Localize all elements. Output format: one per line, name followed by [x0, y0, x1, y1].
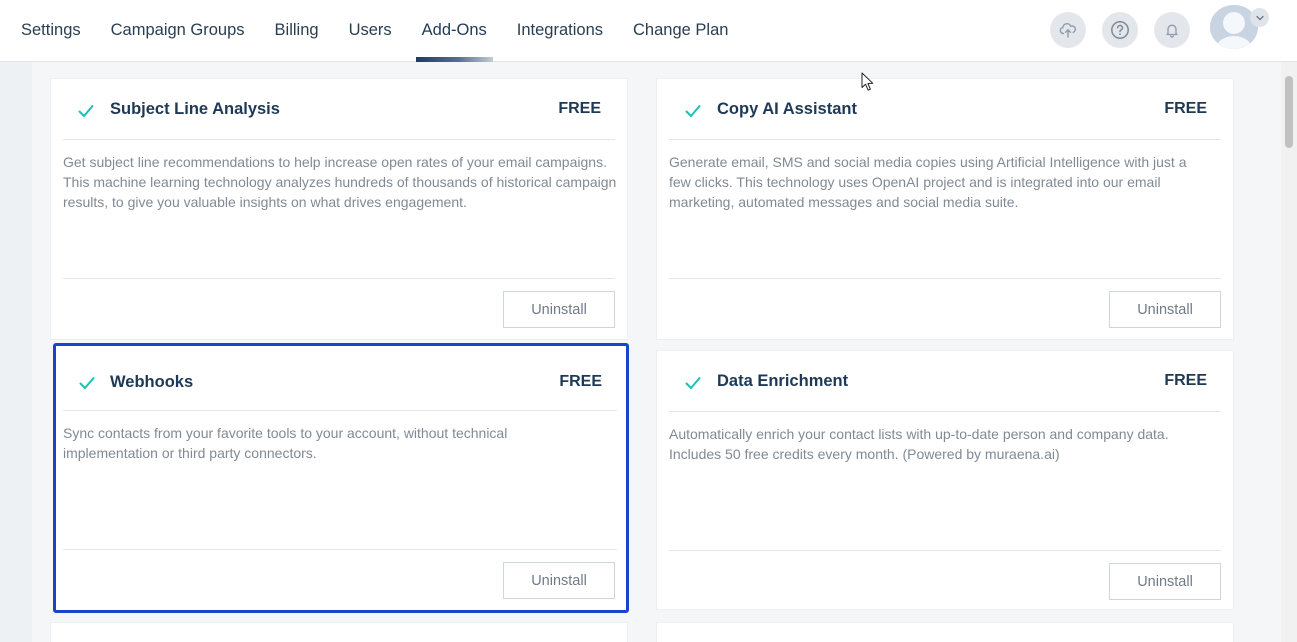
tab-add-ons[interactable]: Add-Ons	[415, 0, 493, 62]
tab-users[interactable]: Users	[349, 0, 392, 62]
check-icon	[79, 377, 95, 389]
addon-description: Automatically enrich your contact lists …	[669, 426, 1169, 462]
tab-campaign-groups[interactable]: Campaign Groups	[111, 0, 245, 62]
help-icon	[1111, 21, 1129, 39]
card-divider	[63, 278, 615, 279]
card-divider	[669, 139, 1221, 140]
addon-description: Generate email, SMS and social media cop…	[669, 154, 1187, 210]
vertical-scrollbar[interactable]	[1281, 62, 1297, 642]
addon-title: Data Enrichment	[717, 372, 849, 390]
uninstall-button[interactable]: Uninstall	[503, 562, 615, 599]
uninstall-button[interactable]: Uninstall	[1109, 291, 1221, 328]
addon-card-webhooks[interactable]: Webhooks FREE Sync contacts from your fa…	[53, 343, 629, 613]
addon-title: Subject Line Analysis	[110, 100, 280, 118]
addon-card-partial	[50, 622, 628, 642]
top-navigation-bar: Settings Campaign Groups Billing Users A…	[0, 0, 1297, 62]
addon-price: FREE	[1164, 372, 1207, 389]
bell-icon	[1166, 24, 1178, 38]
card-divider	[63, 410, 617, 411]
addon-price: FREE	[558, 100, 601, 117]
uninstall-button[interactable]: Uninstall	[1109, 563, 1221, 600]
check-icon	[685, 105, 701, 117]
addon-description: Get subject line recommendations to help…	[63, 154, 617, 210]
addon-card-subject-line-analysis: Subject Line Analysis FREE Get subject l…	[50, 78, 628, 340]
mouse-pointer-icon	[861, 72, 874, 91]
scrollbar-thumb[interactable]	[1285, 76, 1293, 148]
addon-price: FREE	[1164, 100, 1207, 117]
addon-description: Sync contacts from your favorite tools t…	[63, 425, 508, 461]
add-ons-content: Subject Line Analysis FREE Get subject l…	[32, 62, 1281, 642]
addon-title: Copy AI Assistant	[717, 100, 857, 118]
tab-billing[interactable]: Billing	[275, 0, 319, 62]
card-divider	[669, 550, 1221, 551]
card-divider	[669, 411, 1221, 412]
tab-integrations[interactable]: Integrations	[517, 0, 603, 62]
help-button[interactable]	[1102, 12, 1138, 48]
tab-change-plan[interactable]: Change Plan	[633, 0, 728, 62]
notifications-button[interactable]	[1154, 12, 1190, 48]
addon-card-partial	[656, 622, 1234, 642]
check-icon	[685, 377, 701, 389]
tab-settings[interactable]: Settings	[21, 0, 81, 62]
cloud-upload-icon	[1059, 23, 1076, 38]
addon-card-data-enrichment: Data Enrichment FREE Automatically enric…	[656, 350, 1234, 610]
account-menu-toggle[interactable]	[1250, 8, 1269, 27]
uninstall-button[interactable]: Uninstall	[503, 291, 615, 328]
addon-card-copy-ai-assistant: Copy AI Assistant FREE Generate email, S…	[656, 78, 1234, 340]
addon-price: FREE	[559, 373, 602, 390]
cloud-upload-button[interactable]	[1050, 12, 1086, 48]
check-icon	[78, 105, 94, 117]
addon-title: Webhooks	[110, 373, 194, 391]
settings-nav: Settings Campaign Groups Billing Users A…	[21, 0, 758, 62]
card-divider	[669, 278, 1221, 279]
card-divider	[63, 549, 617, 550]
chevron-down-icon	[1255, 15, 1264, 20]
card-divider	[63, 139, 615, 140]
